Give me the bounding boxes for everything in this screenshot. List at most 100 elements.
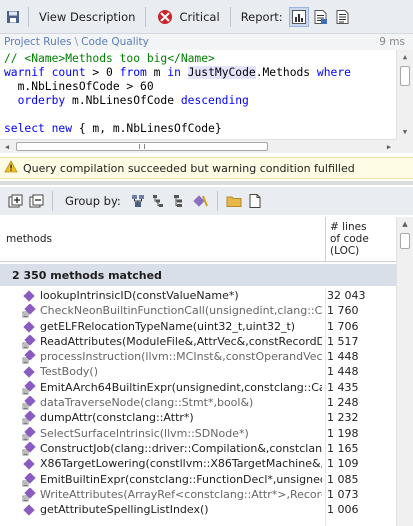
- table-row[interactable]: lookupIntrinsicID(constValueName*) 32 043: [0, 288, 396, 303]
- warning-message: Query compilation succeeded but warning …: [23, 161, 355, 175]
- scroll-corner: [396, 139, 413, 153]
- table-row[interactable]: EmitBuiltinExpr(constclang::FunctionDecl…: [0, 471, 396, 487]
- folder-icon[interactable]: [225, 192, 243, 210]
- scroll-right-arrow-icon[interactable]: ▶: [382, 140, 396, 153]
- method-name: getELFRelocationTypeName(uint32_t,uint32…: [40, 319, 296, 333]
- loc-value: 32 043: [327, 289, 366, 302]
- table-row[interactable]: processInstruction(llvm::MCInst&,constOp…: [0, 349, 396, 364]
- editor-hscroll-thumb[interactable]: [16, 142, 268, 151]
- report-chart-icon[interactable]: [288, 6, 309, 27]
- column-header-loc[interactable]: # lines of code (LOC): [325, 217, 396, 262]
- table-row[interactable]: getELFRelocationTypeName(uint32_t,uint32…: [0, 319, 396, 334]
- report-list-icon[interactable]: [333, 7, 353, 27]
- editor-horizontal-scrollbar[interactable]: ◀ ▶: [0, 139, 396, 153]
- loc-value: 1 435: [327, 380, 359, 394]
- query-elapsed-time: 9 ms: [379, 36, 405, 48]
- warning-icon: [4, 160, 18, 176]
- group-by-type-icon[interactable]: [171, 192, 189, 210]
- table-row[interactable]: WriteAttributes(ArrayRef<constclang::Att…: [0, 487, 396, 502]
- loc-value: 1 517: [327, 334, 359, 348]
- editor-vertical-scrollbar[interactable]: ▲ ▼: [396, 50, 413, 139]
- code-lines: // <Name>Methods too big</Name> warnif co…: [0, 52, 396, 136]
- code-token: from: [112, 66, 154, 79]
- method-name: processInstruction(llvm::MCInst&,constOp…: [40, 350, 322, 364]
- code-token: 60: [140, 80, 154, 93]
- table-row[interactable]: TestBody() 1 448: [0, 364, 396, 379]
- table-row[interactable]: SelectSurfaceIntrinsic(llvm::SDNode*) 1 1…: [0, 426, 396, 441]
- table-row[interactable]: X86TargetLowering(constllvm::X86TargetMa…: [0, 456, 396, 471]
- loc-value: 1 706: [327, 319, 359, 333]
- loc-value: 1 165: [327, 441, 359, 455]
- method-icon: [22, 503, 36, 517]
- table-row[interactable]: dumpAttr(constclang::Attr*) 1 232: [0, 410, 396, 425]
- view-description-button[interactable]: View Description: [35, 6, 139, 28]
- report-document-icon[interactable]: [311, 7, 331, 27]
- code-token: >: [85, 66, 107, 79]
- loc-value: 1 248: [327, 396, 359, 410]
- scroll-up-arrow-icon[interactable]: ▲: [397, 217, 413, 231]
- loc-value: 1 085: [327, 472, 359, 486]
- breadcrumb-project-rules[interactable]: Project Rules: [4, 36, 72, 48]
- table-row[interactable]: ReadAttributes(ModuleFile&,AttrVec&,cons…: [0, 334, 396, 349]
- static-method-icon: [22, 334, 36, 349]
- group-by-label: Group by:: [65, 194, 121, 208]
- code-token: { m, m.NbLinesOfCode}: [78, 122, 222, 135]
- code-token: .Methods: [255, 66, 317, 79]
- method-icon: [22, 365, 36, 379]
- loc-value: 1 198: [327, 426, 359, 440]
- method-name: dataTraverseNode(clang::Stmt*,bool&): [40, 396, 254, 410]
- scroll-down-arrow-icon[interactable]: ▼: [397, 125, 413, 139]
- code-token: m.NbLinesOfCode >: [4, 80, 141, 93]
- method-name: getAttributeSpellingListIndex(): [40, 503, 209, 517]
- method-name: CheckNeonBuiltinFunctionCall(unsignedint…: [40, 304, 322, 318]
- toolbar-separator: [229, 6, 231, 27]
- matched-summary-row[interactable]: 2 350 methods matched: [0, 264, 396, 286]
- code-token: JustMyCode: [187, 66, 256, 79]
- scroll-left-arrow-icon[interactable]: ◀: [0, 140, 14, 153]
- code-token: // <Name>Methods too big</Name>: [4, 52, 215, 65]
- static-method-icon: [22, 395, 36, 410]
- code-line: // <Name>Methods too big</Name>: [0, 52, 396, 66]
- pane-splitter[interactable]: [0, 181, 413, 185]
- table-row[interactable]: getAttributeSpellingListIndex() 1 006: [0, 502, 396, 517]
- table-row[interactable]: ConstructJob(clang::driver::Compilation&…: [0, 441, 396, 456]
- table-row[interactable]: CheckNeonBuiltinFunctionCall(unsignedint…: [0, 303, 396, 318]
- expand-all-icon[interactable]: [6, 192, 24, 210]
- method-name: EmitAArch64BuiltinExpr(unsignedint,const…: [40, 380, 322, 394]
- breadcrumb-code-quality[interactable]: Code Quality: [81, 36, 149, 48]
- code-token: warnif: [4, 66, 52, 79]
- editor-scroll-thumb[interactable]: [400, 66, 410, 86]
- scroll-up-arrow-icon[interactable]: ▲: [397, 50, 413, 64]
- column-header-methods[interactable]: methods: [6, 233, 52, 245]
- toolbar-separator: [145, 6, 147, 27]
- group-by-namespace-icon[interactable]: [150, 192, 168, 210]
- critical-rule-icon: [156, 8, 174, 26]
- table-row[interactable]: dataTraverseNode(clang::Stmt*,bool&) 1 24…: [0, 395, 396, 410]
- results-vertical-scrollbar[interactable]: ▲: [396, 217, 413, 526]
- breadcrumb: Project Rules \ Code Quality 9 ms: [0, 34, 413, 50]
- static-method-icon: [22, 471, 36, 487]
- static-method-icon: [22, 303, 36, 318]
- column-header-loc-line: # lines: [330, 221, 367, 233]
- loc-value: 1 448: [327, 350, 359, 364]
- collapse-all-icon[interactable]: [27, 192, 45, 210]
- code-line: m.NbLinesOfCode > 60: [0, 80, 396, 94]
- loc-value: 1 073: [327, 487, 359, 501]
- method-name: TestBody(): [40, 365, 99, 379]
- query-editor[interactable]: // <Name>Methods too big</Name> warnif co…: [0, 50, 413, 153]
- results-toolbar: Group by:: [0, 187, 413, 215]
- loc-value: 1 760: [327, 304, 359, 318]
- static-method-icon: [22, 426, 36, 441]
- table-row[interactable]: EmitAArch64BuiltinExpr(unsignedint,const…: [0, 380, 396, 395]
- code-token: in: [160, 66, 188, 79]
- critical-toggle-button[interactable]: Critical: [152, 6, 223, 28]
- group-by-assembly-icon[interactable]: [129, 192, 147, 210]
- static-method-icon: [22, 380, 36, 395]
- method-name: ReadAttributes(ModuleFile&,AttrVec&,cons…: [40, 334, 322, 348]
- group-by-member-icon[interactable]: [192, 192, 210, 210]
- export-document-icon[interactable]: [246, 192, 264, 210]
- code-token: 0: [106, 66, 113, 79]
- save-query-icon[interactable]: [4, 8, 22, 26]
- results-scroll-thumb[interactable]: [400, 233, 410, 249]
